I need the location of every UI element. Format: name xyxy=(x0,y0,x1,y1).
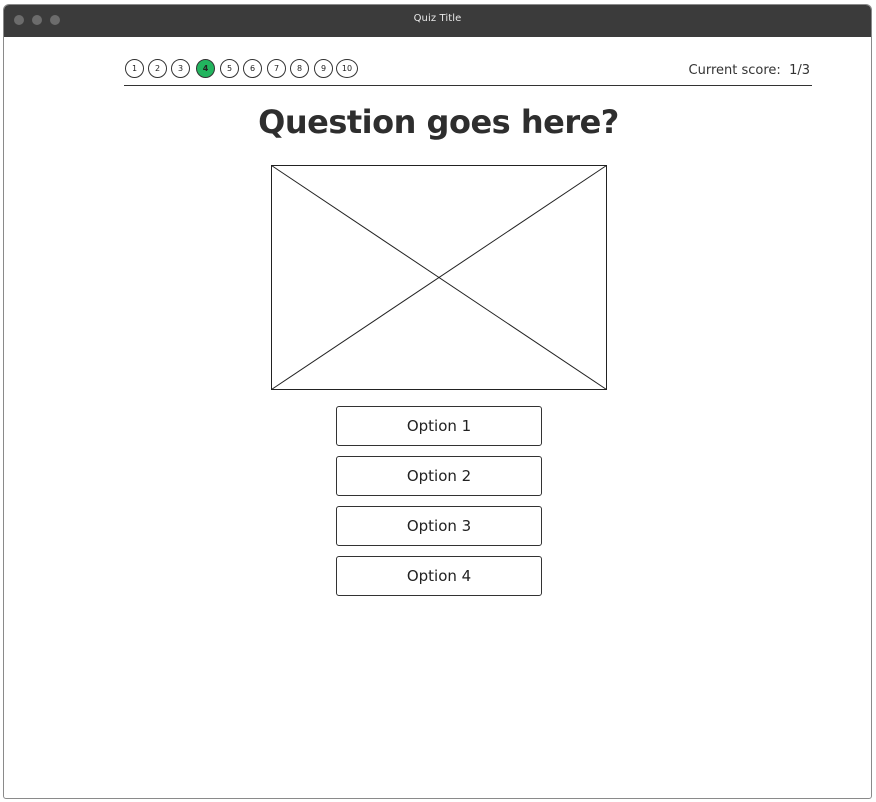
title-bar: Quiz Title xyxy=(4,5,871,37)
step-5[interactable]: 5 xyxy=(220,59,239,78)
window-title: Quiz Title xyxy=(413,13,462,24)
option-4-button[interactable]: Option 4 xyxy=(336,556,542,596)
step-3[interactable]: 3 xyxy=(171,59,190,78)
option-1-button[interactable]: Option 1 xyxy=(336,406,542,446)
question-heading: Question goes here? xyxy=(258,103,619,141)
step-4-current[interactable]: 4 xyxy=(196,59,215,78)
option-3-button[interactable]: Option 3 xyxy=(336,506,542,546)
option-2-button[interactable]: Option 2 xyxy=(336,456,542,496)
step-6[interactable]: 6 xyxy=(243,59,262,78)
step-2[interactable]: 2 xyxy=(148,59,167,78)
app-window: Quiz Title 1 2 3 4 5 6 7 8 9 10 Current … xyxy=(3,4,872,799)
quiz-progress-bar: 1 2 3 4 5 6 7 8 9 10 Current score: 1/3 xyxy=(124,57,812,86)
current-score: Current score: 1/3 xyxy=(688,63,810,78)
step-10[interactable]: 10 xyxy=(336,59,358,78)
step-7[interactable]: 7 xyxy=(267,59,286,78)
step-1[interactable]: 1 xyxy=(125,59,144,78)
image-placeholder xyxy=(271,165,607,390)
step-9[interactable]: 9 xyxy=(314,59,333,78)
step-8[interactable]: 8 xyxy=(290,59,309,78)
